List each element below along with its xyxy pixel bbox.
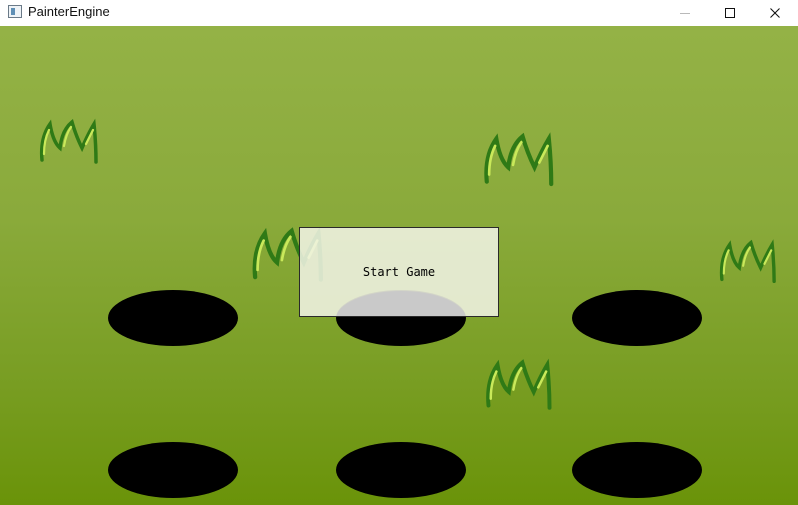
window-title: PainterEngine — [28, 4, 110, 19]
grass-tuft-icon — [719, 239, 776, 284]
close-icon — [770, 8, 780, 18]
grass-tuft-icon — [484, 132, 554, 187]
game-canvas[interactable]: Start Game — [0, 26, 798, 505]
mole-hole[interactable] — [108, 442, 238, 498]
mole-hole[interactable] — [572, 442, 702, 498]
mole-hole[interactable] — [572, 290, 702, 346]
app-window-icon — [8, 5, 22, 18]
mole-hole-shadow — [336, 291, 466, 316]
grass-tuft-icon — [486, 358, 552, 410]
minimize-button[interactable] — [662, 0, 708, 26]
start-game-label: Start Game — [362, 265, 436, 279]
minimize-icon — [680, 13, 690, 14]
start-game-button[interactable]: Start Game — [299, 227, 499, 317]
app-window: PainterEngine Start Game — [0, 0, 798, 505]
maximize-button[interactable] — [707, 0, 753, 26]
mole-hole[interactable] — [108, 290, 238, 346]
mole-hole[interactable] — [336, 442, 466, 498]
maximize-icon — [725, 8, 735, 18]
title-bar[interactable]: PainterEngine — [0, 0, 798, 26]
close-button[interactable] — [752, 0, 798, 26]
grass-tuft-icon — [39, 118, 98, 164]
